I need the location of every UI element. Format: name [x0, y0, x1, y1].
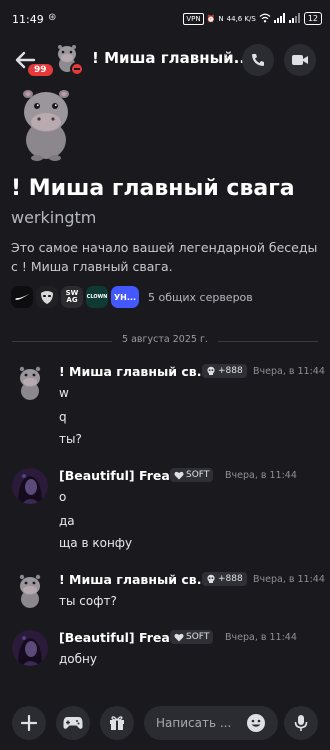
- server-icon-nike[interactable]: [11, 286, 33, 308]
- guild-tag[interactable]: SOFT: [170, 630, 214, 644]
- emoji-button[interactable]: [246, 713, 266, 733]
- message-author[interactable]: ! Миша главный св...: [59, 364, 211, 379]
- activities-button[interactable]: [56, 706, 90, 740]
- microphone-icon: [294, 715, 308, 731]
- mask-icon: [41, 291, 53, 304]
- wifi-icon: [259, 13, 271, 25]
- server-icon-mask[interactable]: [36, 286, 58, 308]
- chat-header: 99 ! Миша главный... ›: [0, 40, 330, 80]
- signal-icon: [273, 12, 286, 25]
- status-icons: VPN ⏰ N 44,6 K/S 12: [183, 12, 322, 25]
- message-time: Вчера, в 11:44: [225, 470, 297, 481]
- status-bar: 11:49 ⊛ VPN ⏰ N 44,6 K/S 12: [0, 0, 330, 40]
- hippo-avatar-icon: [23, 90, 69, 161]
- date-divider: 5 августа 2025 г.: [12, 334, 318, 348]
- dnd-status-icon: [70, 62, 84, 76]
- divider-date: 5 августа 2025 г.: [122, 334, 208, 345]
- message-text: ты софт?: [59, 594, 117, 608]
- message-time: Вчера, в 11:44: [253, 366, 325, 377]
- gift-button[interactable]: [100, 706, 134, 740]
- network-speed: 44,6 K/S: [226, 14, 256, 23]
- server-icon-swag[interactable]: SW AG: [61, 286, 83, 308]
- message-text: да: [59, 514, 75, 528]
- heart-icon: [174, 633, 184, 641]
- message-text: w: [59, 386, 69, 400]
- profile-name: ! Миша главный свага: [11, 176, 295, 201]
- voice-message-button[interactable]: [284, 706, 318, 740]
- hippo-avatar-icon: [12, 572, 48, 608]
- nfc-icon: N: [218, 14, 224, 23]
- mutual-servers-count[interactable]: 5 общих серверов: [148, 291, 253, 304]
- status-time: 11:49: [12, 13, 44, 26]
- message-text: добну: [59, 652, 97, 666]
- battery-icon: 12: [303, 12, 322, 25]
- message-author[interactable]: [Beautiful] Freak: [59, 630, 178, 645]
- avatar[interactable]: [12, 468, 48, 504]
- message-text: о: [59, 490, 67, 504]
- message-text: ты?: [59, 432, 82, 446]
- message-author[interactable]: [Beautiful] Freak: [59, 468, 178, 483]
- message-text: q: [59, 410, 67, 424]
- portrait-avatar-icon: [12, 468, 48, 504]
- chevron-right-icon[interactable]: ›: [223, 49, 229, 65]
- guild-tag-label: SOFT: [186, 470, 210, 480]
- message-input-placeholder: Написать ...: [156, 716, 232, 730]
- heart-icon: [174, 471, 184, 479]
- avatar[interactable]: [12, 630, 48, 666]
- message-time: Вчера, в 11:44: [253, 574, 325, 585]
- guild-tag-label: +888: [218, 574, 243, 584]
- guild-tag[interactable]: +888: [202, 572, 247, 586]
- gift-icon: [110, 716, 124, 730]
- guild-tag[interactable]: +888: [202, 364, 247, 378]
- profile-username: werkingtm: [11, 208, 97, 227]
- hippo-avatar-icon: [12, 364, 48, 400]
- signal-icon-2: [288, 12, 301, 25]
- portrait-avatar-icon: [12, 630, 48, 666]
- avatar[interactable]: [12, 572, 48, 608]
- conversation-intro: Это самое начало вашей легендарной бесед…: [11, 240, 318, 274]
- smiley-icon: [247, 714, 265, 732]
- skull-icon: [207, 366, 215, 375]
- gamepad-icon: [63, 717, 83, 729]
- server-icon-clown[interactable]: CLOWN: [86, 286, 108, 308]
- guild-tag-label: +888: [218, 366, 243, 376]
- guild-tag[interactable]: SOFT: [170, 468, 214, 482]
- unread-badge: 99: [26, 62, 55, 78]
- avatar[interactable]: [12, 364, 48, 400]
- phone-icon: [252, 54, 264, 66]
- skull-icon: [207, 574, 215, 583]
- location-icon: ⊛: [48, 12, 57, 23]
- profile-avatar[interactable]: [6, 82, 86, 162]
- message-time: Вчера, в 11:44: [225, 632, 297, 643]
- composer-bar: Написать ...: [0, 700, 330, 750]
- swoosh-icon: [15, 294, 29, 300]
- server-icon-un[interactable]: УН...: [111, 286, 139, 308]
- video-call-button[interactable]: [284, 44, 316, 76]
- video-camera-icon: [292, 55, 308, 65]
- message-author[interactable]: ! Миша главный св...: [59, 572, 211, 587]
- alarm-icon: ⏰: [206, 14, 216, 23]
- add-attachment-button[interactable]: [12, 706, 46, 740]
- plus-icon: [21, 715, 37, 731]
- vpn-icon: VPN: [183, 12, 204, 25]
- voice-call-button[interactable]: [242, 44, 274, 76]
- guild-tag-label: SOFT: [186, 632, 210, 642]
- mutual-servers[interactable]: SW AG CLOWN УН... 5 общих серверов: [11, 285, 253, 309]
- message-text: ща в конфу: [59, 536, 133, 550]
